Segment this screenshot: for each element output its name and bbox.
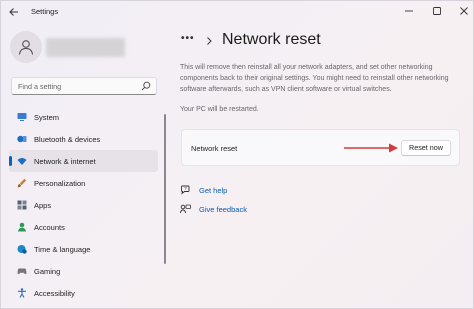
sidebar-item-label: Time & language: [34, 245, 91, 254]
settings-window: Settings Find a setting System Bluetooth…: [0, 0, 474, 309]
sidebar-item-personalization[interactable]: Personalization: [9, 172, 158, 194]
annotation-arrow-icon: [344, 143, 398, 153]
feedback-icon: [180, 204, 191, 213]
selection-indicator: [9, 156, 12, 166]
sidebar-item-label: Apps: [34, 201, 52, 210]
app-title: Settings: [31, 7, 59, 16]
search-placeholder: Find a setting: [18, 82, 62, 91]
sidebar-item-label: Gaming: [34, 267, 61, 276]
sidebar-item-apps[interactable]: Apps: [9, 194, 158, 216]
accessibility-icon: [18, 288, 26, 298]
close-icon: [460, 7, 468, 15]
restart-note: Your PC will be restarted.: [180, 106, 259, 113]
person-icon: [18, 222, 26, 232]
sidebar-scrollbar[interactable]: [164, 114, 166, 264]
give-feedback-link[interactable]: Give feedback: [180, 202, 247, 216]
link-label: Give feedback: [199, 204, 247, 214]
reset-now-button[interactable]: Reset now: [401, 140, 451, 156]
reset-description: This will remove then reinstall all your…: [180, 64, 449, 93]
link-label: Get help: [199, 185, 228, 195]
help-icon: ?: [181, 185, 190, 195]
minimize-button[interactable]: [401, 4, 417, 18]
page-title: Network reset: [222, 31, 321, 48]
network-reset-card: Network reset Reset now: [181, 129, 460, 166]
monitor-icon: [17, 113, 27, 121]
back-arrow-icon: [9, 8, 18, 16]
sidebar-item-label: System: [34, 113, 60, 122]
sidebar-item-accounts[interactable]: Accounts: [9, 216, 158, 238]
sidebar-item-gaming[interactable]: Gaming: [9, 260, 158, 282]
sidebar-item-system[interactable]: System: [9, 106, 158, 128]
sidebar-item-network[interactable]: Network & internet: [9, 150, 158, 172]
search-icon: [141, 81, 151, 91]
sidebar-item-label: Bluetooth & devices: [34, 135, 101, 144]
close-button[interactable]: [456, 4, 472, 18]
globe-clock-icon: [17, 245, 27, 254]
sidebar-item-label: Accounts: [34, 223, 65, 232]
sidebar-item-label: Accessibility: [34, 289, 75, 298]
sidebar-item-time-language[interactable]: Time & language: [9, 238, 158, 260]
back-button[interactable]: [7, 5, 21, 19]
sidebar-item-label: Network & internet: [34, 157, 96, 166]
user-name-redacted: [46, 38, 125, 57]
gamepad-icon: [17, 268, 27, 275]
sidebar-item-accessibility[interactable]: Accessibility: [9, 282, 158, 304]
apps-icon: [17, 200, 27, 210]
sidebar-item-label: Personalization: [34, 179, 86, 188]
sidebar-nav: System Bluetooth & devices Network & int…: [9, 106, 159, 304]
maximize-button[interactable]: [429, 4, 445, 18]
bluetooth-icon: [17, 135, 27, 143]
search-input[interactable]: Find a setting: [11, 77, 157, 95]
person-icon: [19, 40, 33, 55]
get-help-link[interactable]: ? Get help: [180, 183, 227, 197]
title-bar: Settings: [1, 1, 473, 23]
card-label: Network reset: [191, 144, 238, 153]
brush-icon: [17, 178, 27, 188]
breadcrumb-more-button[interactable]: •••: [181, 33, 195, 44]
minimize-icon: [405, 10, 413, 12]
maximize-icon: [433, 7, 441, 15]
chevron-right-icon: [207, 37, 212, 45]
avatar[interactable]: [10, 31, 42, 63]
svg-text:?: ?: [184, 186, 187, 191]
wifi-icon: [17, 158, 27, 165]
sidebar-item-bluetooth[interactable]: Bluetooth & devices: [9, 128, 158, 150]
